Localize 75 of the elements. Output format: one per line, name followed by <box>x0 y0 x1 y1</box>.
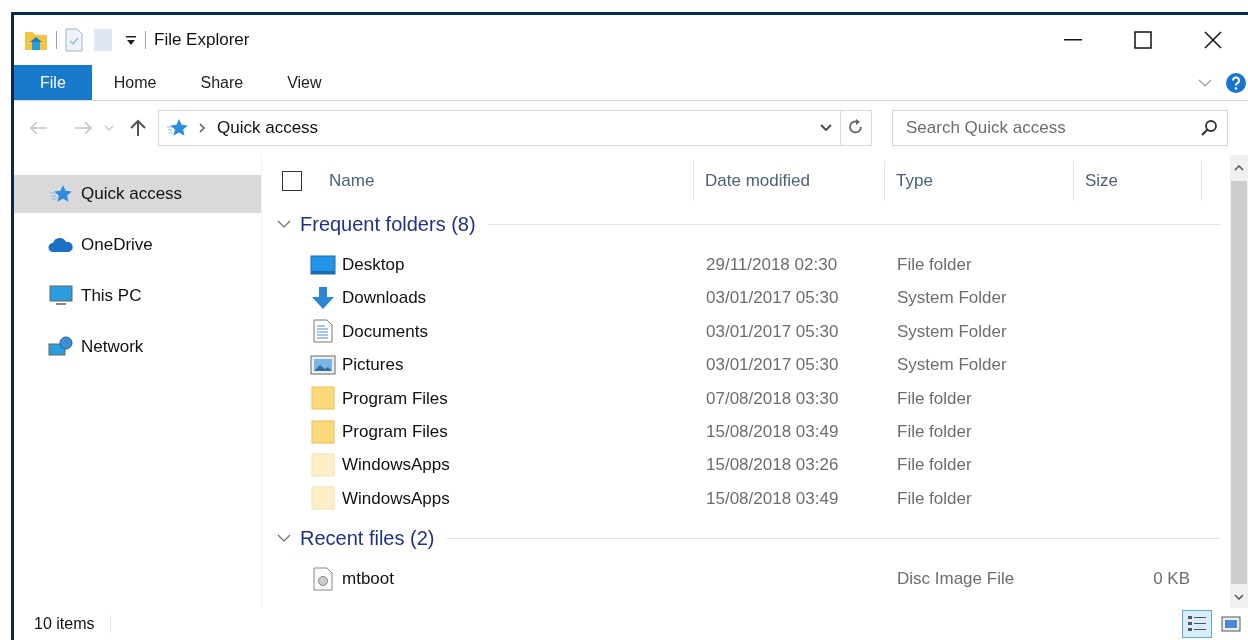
sidebar-item[interactable]: OneDrive <box>14 226 261 264</box>
search-icon[interactable] <box>1200 119 1218 137</box>
close-icon <box>1204 31 1222 49</box>
collapse-chevron-icon[interactable] <box>276 220 292 228</box>
folder-icon[interactable] <box>24 29 48 51</box>
picture-icon <box>308 354 338 375</box>
minimize-icon <box>1064 39 1082 41</box>
date-modified: 03/01/2017 05:30 <box>706 321 839 341</box>
date-modified: 15/08/2018 03:49 <box>706 421 839 441</box>
sidebar-item[interactable]: This PC <box>14 277 261 315</box>
file-name[interactable]: Desktop <box>342 251 405 278</box>
sidebar-item[interactable]: Network <box>14 328 261 366</box>
desktop-icon <box>308 254 338 275</box>
scroll-up-icon[interactable] <box>1234 165 1244 171</box>
monitor-icon <box>47 285 75 307</box>
star-icon <box>47 184 75 204</box>
item-count: 10 items <box>34 614 95 634</box>
picture-icon <box>1221 615 1241 633</box>
search-field[interactable]: Search Quick access <box>892 110 1228 146</box>
file-name[interactable]: Program Files <box>342 418 448 445</box>
folder-icon <box>308 386 338 411</box>
date-modified: 07/08/2018 03:30 <box>706 388 839 408</box>
star-icon <box>167 118 189 138</box>
file-type: File folder <box>897 421 972 441</box>
up-arrow-icon[interactable] <box>130 119 146 137</box>
scrollbar-thumb[interactable] <box>1231 181 1247 584</box>
file-type: File folder <box>897 388 972 408</box>
breadcrumb-item[interactable]: Quick access <box>217 115 319 141</box>
cloud-icon <box>47 237 75 253</box>
column-header[interactable]: Type <box>885 161 1074 201</box>
file-type: File folder <box>897 254 972 274</box>
details-view-button[interactable] <box>1182 610 1212 638</box>
file-name[interactable]: Program Files <box>342 385 448 411</box>
folder-icon <box>308 453 338 478</box>
file-name[interactable]: mtboot <box>342 566 394 592</box>
select-all-checkbox[interactable] <box>282 171 302 191</box>
column-header[interactable]: Name <box>318 161 694 201</box>
file-name[interactable]: WindowsApps <box>342 485 450 512</box>
file-size: 0 KB <box>1153 569 1190 589</box>
file-name[interactable]: Pictures <box>342 352 404 378</box>
ribbon-tab[interactable]: File <box>14 65 92 100</box>
maximize-icon <box>1134 31 1152 49</box>
sidebar-item[interactable]: Quick access <box>14 175 261 213</box>
dropdown-chevron-icon[interactable] <box>820 124 832 132</box>
address-bar[interactable]: Quick access <box>158 110 872 146</box>
customize-toolbar-icon[interactable] <box>125 34 137 46</box>
date-modified: 15/08/2018 03:49 <box>706 488 839 508</box>
window-title: File Explorer <box>154 29 250 52</box>
expand-ribbon-icon[interactable] <box>1198 78 1212 87</box>
file-type: File folder <box>897 488 972 508</box>
scroll-down-icon[interactable] <box>1234 594 1244 600</box>
file-type: Disc Image File <box>897 569 1015 589</box>
file-type: File folder <box>897 455 972 475</box>
folder-icon <box>308 419 338 444</box>
folder-icon <box>308 486 338 511</box>
file-name[interactable]: Downloads <box>342 285 427 311</box>
file-name[interactable]: WindowsApps <box>342 452 450 478</box>
breadcrumb-chevron-icon[interactable] <box>199 123 205 133</box>
collapse-chevron-icon[interactable] <box>276 534 292 543</box>
group-header[interactable]: Frequent folders (8) <box>300 209 476 239</box>
scrollbar[interactable] <box>1230 155 1248 608</box>
date-modified: 03/01/2017 05:30 <box>706 355 839 375</box>
details-list-icon <box>1187 614 1207 634</box>
date-modified: 03/01/2017 05:30 <box>706 288 839 308</box>
file-type: System Folder <box>897 355 1007 375</box>
column-header[interactable]: Size <box>1074 161 1202 201</box>
file-type: System Folder <box>897 321 1007 341</box>
network-icon <box>47 336 75 358</box>
column-header[interactable]: Date modified <box>694 161 885 201</box>
file-type: System Folder <box>897 288 1007 308</box>
file-name[interactable]: Documents <box>342 318 428 345</box>
date-modified: 29/11/2018 02:30 <box>706 254 838 274</box>
date-modified: 15/08/2018 03:26 <box>706 455 839 475</box>
group-header[interactable]: Recent files (2) <box>300 523 435 554</box>
help-icon[interactable] <box>1226 72 1246 93</box>
